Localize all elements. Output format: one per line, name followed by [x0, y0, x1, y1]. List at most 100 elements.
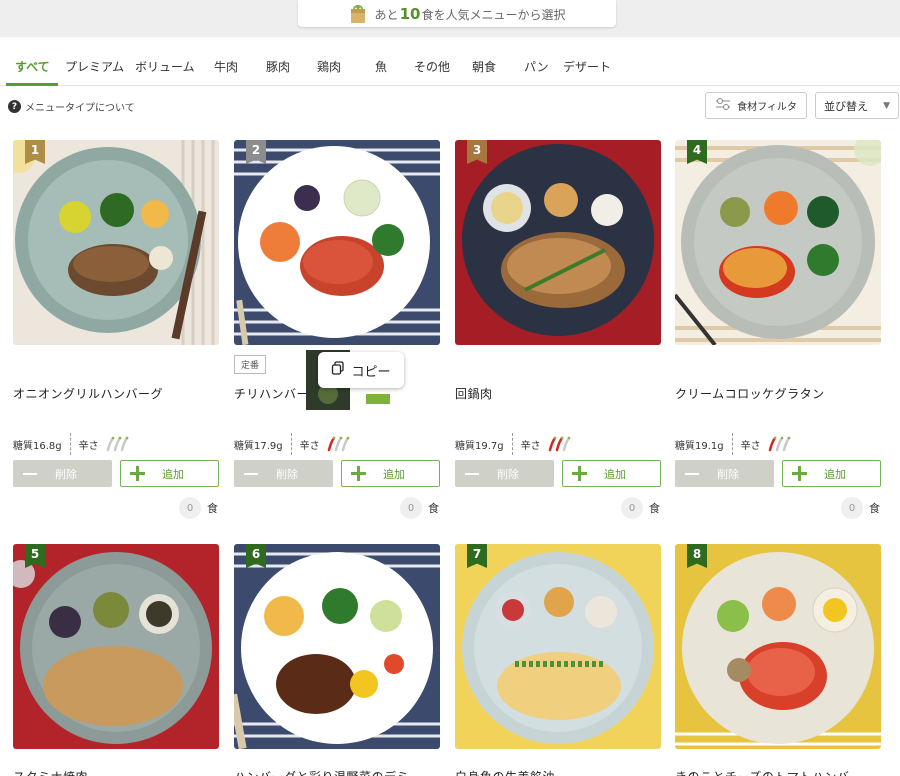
copy-label: コピー [351, 364, 391, 380]
chili-pepper-icon [546, 436, 572, 452]
nutrition-info: 糖質17.9g 辛さ [234, 433, 351, 455]
tab-premium[interactable]: プレミアム [65, 58, 124, 75]
menu-name[interactable]: 回鍋肉 [455, 385, 493, 402]
menu-name[interactable]: オニオングリルハンバーグ [13, 385, 163, 402]
carbs-value: 糖質17.9g [234, 440, 283, 452]
add-button[interactable]: 追加 [782, 460, 881, 487]
carbs-value: 糖質19.7g [455, 440, 504, 452]
delete-label: 削除 [276, 467, 298, 481]
delete-button[interactable]: 削除 [234, 460, 333, 487]
menu-card: 6 ハンバーグと彩り温野菜のデミ [234, 544, 440, 776]
plus-icon [572, 466, 587, 481]
tab-volume[interactable]: ボリューム [135, 58, 195, 75]
menu-photo[interactable]: 2 [234, 140, 440, 345]
add-button[interactable]: 追加 [120, 460, 219, 487]
menu-photo[interactable]: 5 [13, 544, 219, 749]
category-tabs: すべて プレミアム ボリューム 牛肉 豚肉 鶏肉 魚 その他 朝食 パン デザー… [0, 46, 900, 86]
menu-name[interactable]: クリームコロッケグラタン [675, 385, 825, 402]
copy-button[interactable]: コピー [318, 352, 404, 388]
quantity-unit: 食 [207, 502, 218, 515]
menu-photo[interactable]: 3 [455, 140, 661, 345]
quantity-count: 0 [841, 497, 863, 519]
minus-icon [685, 472, 699, 475]
copy-popup: コピー [306, 350, 404, 410]
selection-banner: あと 10 食を人気メニューから選択 [298, 0, 616, 27]
delete-label: 削除 [717, 467, 739, 481]
delete-button[interactable]: 削除 [675, 460, 774, 487]
chili-pepper-icon [325, 436, 351, 452]
menu-card: 1 オニオングリルハンバーグ 糖質16.8g 辛さ 削除 追加 0 食 [13, 140, 219, 520]
quantity-unit: 食 [869, 502, 880, 515]
question-icon: ? [8, 100, 21, 113]
tab-breakfast[interactable]: 朝食 [472, 58, 496, 75]
plus-icon [792, 466, 807, 481]
nutrition-info: 糖質19.1g 辛さ [675, 433, 792, 455]
tab-all[interactable]: すべて [15, 58, 50, 75]
menu-name[interactable]: スタミナ焼肉 [13, 768, 88, 776]
menu-name[interactable]: 白身魚の生姜餡油 [455, 768, 555, 776]
spicy-label: 辛さ [520, 440, 541, 452]
filter-label: 食材フィルタ [737, 102, 797, 113]
menu-type-info-label: メニュータイプについて [25, 103, 135, 114]
bag-icon [349, 4, 367, 24]
sort-label: 並び替え [824, 99, 868, 113]
spicy-label: 辛さ [299, 440, 320, 452]
quantity: 0 食 [841, 497, 880, 519]
delete-button[interactable]: 削除 [13, 460, 112, 487]
add-button[interactable]: 追加 [341, 460, 440, 487]
quantity-unit: 食 [649, 502, 660, 515]
menu-type-info[interactable]: ? メニュータイプについて [8, 99, 135, 114]
nutrition-info: 糖質16.8g 辛さ [13, 433, 130, 455]
menu-card: 5 スタミナ焼肉 [13, 544, 219, 776]
tab-other[interactable]: その他 [414, 58, 450, 75]
delete-label: 削除 [497, 467, 519, 481]
plus-icon [351, 466, 366, 481]
quantity-count: 0 [179, 497, 201, 519]
carbs-value: 糖質19.1g [675, 440, 724, 452]
chili-pepper-icon [104, 436, 130, 452]
add-label: 追加 [824, 467, 846, 481]
menu-name[interactable]: きのことチーズのトマトハンバ [675, 768, 849, 776]
ingredient-filter-button[interactable]: 食材フィルタ [705, 92, 807, 119]
menu-card: 3 回鍋肉 糖質19.7g 辛さ 削除 追加 0 食 [455, 140, 661, 520]
menu-card: 2 定番 チリハンバーグ 糖質17.9g 辛さ 削除 追加 0 食 [234, 140, 440, 520]
quantity-unit: 食 [428, 502, 439, 515]
quantity: 0 食 [621, 497, 660, 519]
menu-photo[interactable]: 7 [455, 544, 661, 749]
add-button[interactable]: 追加 [562, 460, 661, 487]
add-label: 追加 [604, 467, 626, 481]
spicy-label: 辛さ [740, 440, 761, 452]
chili-pepper-icon [766, 436, 792, 452]
tab-pork[interactable]: 豚肉 [266, 58, 290, 75]
tab-fish[interactable]: 魚 [375, 58, 387, 75]
tab-dessert[interactable]: デザート [563, 58, 611, 75]
tab-bread[interactable]: パン [524, 58, 549, 75]
add-label: 追加 [162, 467, 184, 481]
sort-select[interactable]: 並び替え ▼ [815, 92, 899, 119]
filter-icon [715, 97, 731, 114]
menu-photo[interactable]: 8 [675, 544, 881, 749]
delete-label: 削除 [55, 467, 77, 481]
plus-icon [130, 466, 145, 481]
quantity: 0 食 [179, 497, 218, 519]
menu-photo[interactable]: 6 [234, 544, 440, 749]
copy-icon [331, 361, 345, 379]
quantity: 0 食 [400, 497, 439, 519]
banner-prefix: あと [374, 7, 399, 22]
tab-beef[interactable]: 牛肉 [214, 58, 238, 75]
menu-photo[interactable]: 1 [13, 140, 219, 345]
spicy-label: 辛さ [78, 440, 99, 452]
active-tab-indicator [6, 83, 58, 86]
remaining-count: 10 [399, 4, 421, 23]
delete-button[interactable]: 削除 [455, 460, 554, 487]
standard-tag: 定番 [234, 355, 267, 374]
menu-name[interactable]: ハンバーグと彩り温野菜のデミ [234, 768, 409, 776]
menu-card: 8 きのことチーズのトマトハンバ [675, 544, 881, 776]
carbs-value: 糖質16.8g [13, 440, 62, 452]
chevron-down-icon: ▼ [883, 100, 890, 111]
minus-icon [465, 472, 479, 475]
menu-photo[interactable]: 4 [675, 140, 881, 345]
tab-chicken[interactable]: 鶏肉 [317, 58, 341, 75]
quantity-count: 0 [621, 497, 643, 519]
nutrition-info: 糖質19.7g 辛さ [455, 433, 572, 455]
